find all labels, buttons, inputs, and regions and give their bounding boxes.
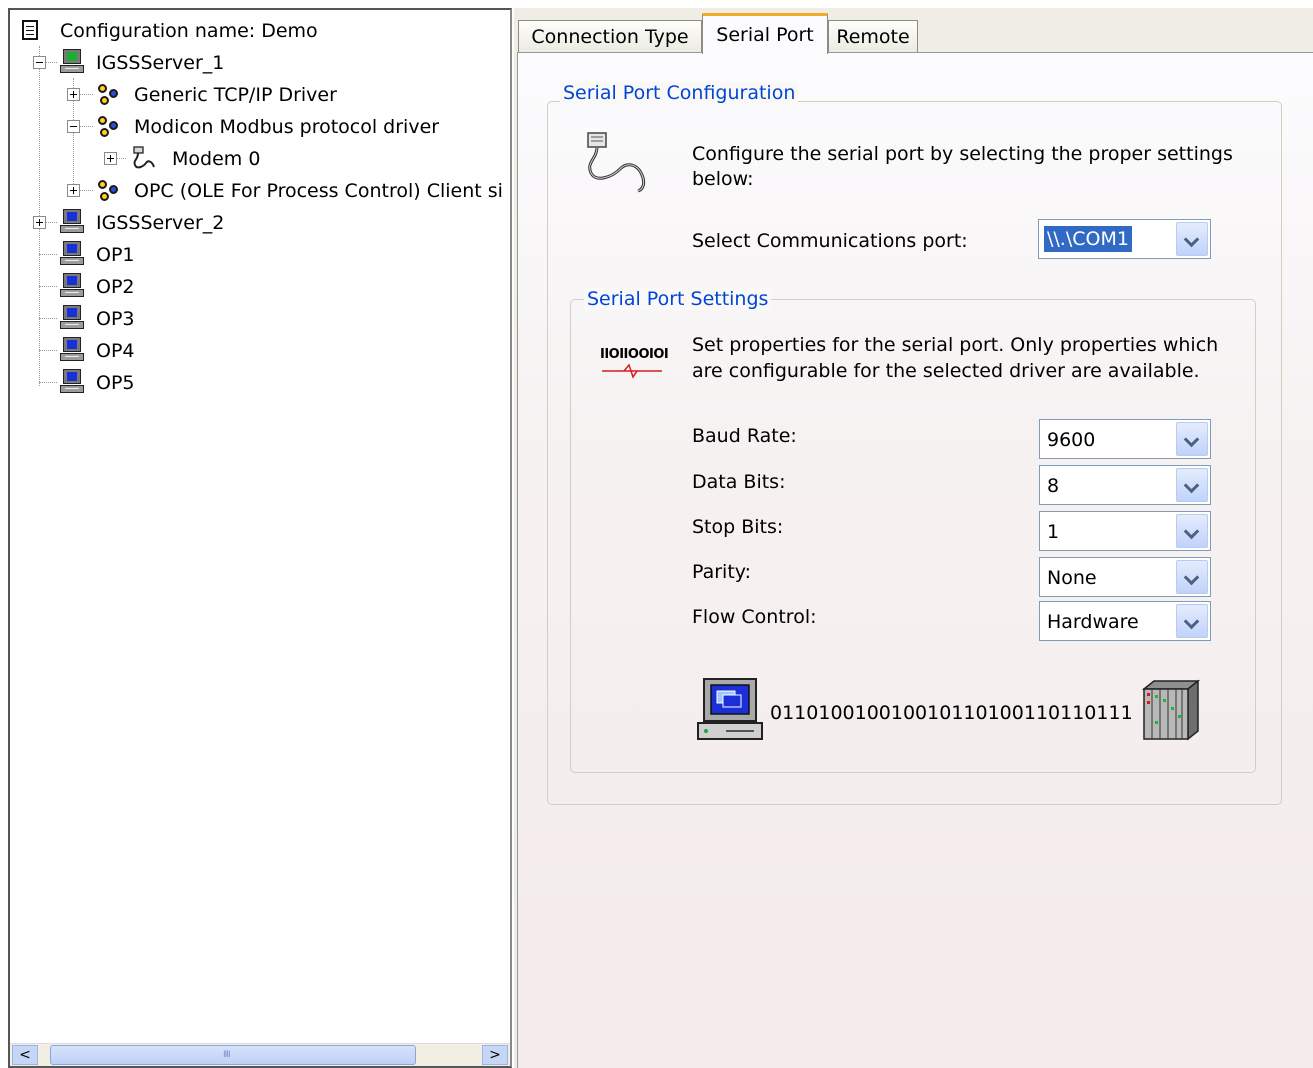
serial-port-tab-panel: Serial Port Configuration Configure the …	[517, 52, 1313, 1068]
tree-item-opc-client[interactable]: OPC (OLE For Process Control) Client si	[10, 176, 510, 206]
chevron-down-icon[interactable]	[1176, 422, 1208, 456]
binary-data-stream: 011010010010010110100110110111	[770, 702, 1133, 724]
horizontal-scrollbar[interactable]: < >	[10, 1043, 510, 1066]
flow-control-select[interactable]: Hardware	[1039, 601, 1211, 641]
tree-item-label: OP5	[96, 372, 135, 394]
scroll-right-button[interactable]: >	[482, 1045, 508, 1065]
collapse-icon[interactable]	[33, 56, 46, 69]
scroll-left-button[interactable]: <	[12, 1045, 38, 1065]
tree-item-label: OP2	[96, 276, 135, 298]
expand-icon[interactable]	[67, 88, 80, 101]
serial-settings-description-line1: Set properties for the serial port. Only…	[692, 334, 1219, 356]
communications-port-select[interactable]: \\.\COM1	[1038, 219, 1211, 259]
communications-port-label: Select Communications port:	[692, 230, 968, 252]
baud-rate-select[interactable]: 9600	[1039, 419, 1211, 459]
tab-remote[interactable]: Remote	[828, 20, 918, 52]
chevron-down-icon[interactable]	[1176, 604, 1208, 638]
computer-icon	[60, 369, 84, 395]
modem-cable-icon	[133, 146, 155, 169]
tree-root-label: Configuration name: Demo	[60, 20, 318, 42]
tree-item-modicon-modbus-driver[interactable]: Modicon Modbus protocol driver	[10, 112, 500, 142]
tree-item-igssserver-1[interactable]: IGSSServer_1	[10, 48, 500, 78]
tree-item-op3[interactable]: OP3	[10, 304, 500, 334]
data-bits-value: 8	[1047, 475, 1060, 497]
stop-bits-label: Stop Bits:	[692, 516, 784, 538]
stop-bits-value: 1	[1047, 521, 1060, 543]
tree-item-generic-tcpip-driver[interactable]: Generic TCP/IP Driver	[10, 80, 500, 110]
tree-item-modem-0[interactable]: Modem 0	[10, 144, 500, 174]
flow-control-label: Flow Control:	[692, 606, 817, 628]
baud-rate-label: Baud Rate:	[692, 425, 797, 447]
collapse-icon[interactable]	[67, 120, 80, 133]
tab-serial-port[interactable]: Serial Port	[702, 13, 828, 54]
tab-connection-type[interactable]: Connection Type	[518, 20, 702, 52]
computer-icon	[60, 49, 84, 75]
computer-icon	[60, 273, 84, 299]
tree-item-op1[interactable]: OP1	[10, 240, 500, 270]
document-icon	[22, 20, 38, 40]
serial-port-configuration-legend: Serial Port Configuration	[560, 82, 799, 104]
tree-item-op2[interactable]: OP2	[10, 272, 500, 302]
driver-icon	[98, 116, 120, 138]
computer-icon	[60, 337, 84, 363]
plc-rack-icon	[1141, 679, 1201, 741]
serial-settings-description-line2: are configurable for the selected driver…	[692, 360, 1200, 382]
chevron-down-icon[interactable]	[1176, 222, 1208, 256]
driver-icon	[98, 84, 120, 106]
data-bits-label: Data Bits:	[692, 471, 786, 493]
tree-item-igssserver-2[interactable]: IGSSServer_2	[10, 208, 500, 238]
tree-root[interactable]: Configuration name: Demo	[20, 16, 500, 46]
scroll-thumb[interactable]	[50, 1045, 416, 1065]
tree-item-label: IGSSServer_2	[96, 212, 225, 234]
parity-label: Parity:	[692, 561, 752, 583]
parity-select[interactable]: None	[1039, 557, 1211, 597]
tab-strip: Connection Type Serial Port Remote	[514, 8, 1313, 54]
communications-port-value: \\.\COM1	[1044, 226, 1132, 252]
chevron-down-icon[interactable]	[1176, 514, 1208, 548]
expand-icon[interactable]	[104, 152, 117, 165]
configuration-tree[interactable]: Configuration name: Demo IGSSServer_1 Ge…	[8, 8, 512, 1068]
tree-item-label: Generic TCP/IP Driver	[134, 84, 337, 106]
baud-rate-value: 9600	[1047, 429, 1096, 451]
tree-item-label: Modem 0	[172, 148, 261, 170]
computer-icon	[60, 305, 84, 331]
expand-icon[interactable]	[67, 184, 80, 197]
serial-data-icon-text: IIOIIOOIOI	[600, 347, 669, 362]
flow-control-value: Hardware	[1047, 611, 1139, 633]
stop-bits-select[interactable]: 1	[1039, 511, 1211, 551]
chevron-down-icon[interactable]	[1176, 560, 1208, 594]
tree-item-label: OP3	[96, 308, 135, 330]
serial-config-description-line1: Configure the serial port by selecting t…	[692, 143, 1233, 165]
serial-cable-icon	[587, 132, 646, 193]
tree-item-label: IGSSServer_1	[96, 52, 225, 74]
tree-item-op5[interactable]: OP5	[10, 368, 500, 398]
serial-port-settings-legend: Serial Port Settings	[584, 288, 772, 310]
computer-icon	[60, 241, 84, 267]
tree-item-label: Modicon Modbus protocol driver	[134, 116, 440, 138]
driver-icon	[98, 180, 120, 202]
expand-icon[interactable]	[33, 216, 46, 229]
chevron-down-icon[interactable]	[1176, 468, 1208, 502]
tree-item-label: OPC (OLE For Process Control) Client si	[134, 180, 503, 202]
properties-pane: Connection Type Serial Port Remote Seria…	[514, 8, 1313, 1068]
computer-icon	[697, 678, 763, 740]
computer-icon	[60, 209, 84, 235]
tree-item-label: OP4	[96, 340, 135, 362]
tree-item-op4[interactable]: OP4	[10, 336, 500, 366]
data-bits-select[interactable]: 8	[1039, 465, 1211, 505]
serial-config-description-line2: below:	[692, 168, 754, 190]
tree-item-label: OP1	[96, 244, 135, 266]
parity-value: None	[1047, 567, 1097, 589]
